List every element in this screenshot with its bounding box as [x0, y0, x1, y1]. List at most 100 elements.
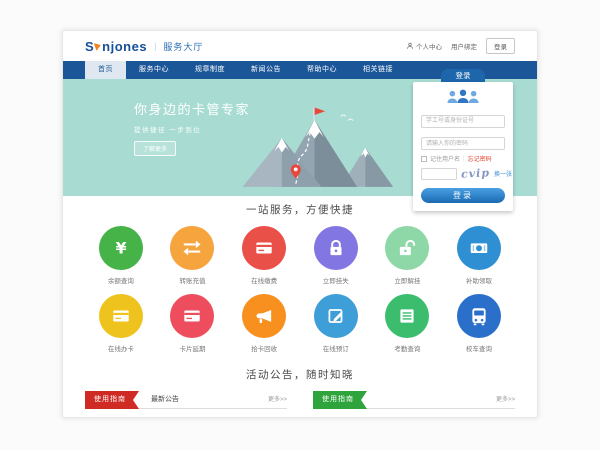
remember-checkbox[interactable] — [421, 156, 427, 162]
unlock-icon — [396, 237, 418, 259]
service-circle[interactable] — [314, 294, 358, 338]
service-circle[interactable] — [170, 294, 214, 338]
service-item-1[interactable]: 转账充值 — [157, 226, 229, 285]
service-label: 补助领取 — [443, 275, 515, 285]
login-tab[interactable]: 登录 — [441, 69, 485, 82]
service-item-10[interactable]: 考勤查询 — [372, 294, 444, 353]
site-name: 服务大厅 — [163, 40, 203, 53]
personal-center-label: 个人中心 — [416, 41, 442, 51]
list-icon — [396, 305, 418, 327]
service-item-2[interactable]: 在线缴费 — [228, 226, 300, 285]
service-label: 在线办卡 — [85, 343, 157, 353]
banknote-icon — [468, 237, 490, 259]
captcha-input[interactable] — [421, 168, 457, 180]
latest-announcements-tab[interactable]: 最新公告 — [151, 391, 179, 408]
forgot-password-link[interactable]: 忘记密码 — [468, 154, 492, 163]
username-input[interactable] — [421, 115, 505, 128]
service-circle[interactable] — [170, 226, 214, 270]
service-circle[interactable]: ¥ — [99, 226, 143, 270]
transfer-icon — [181, 237, 203, 259]
nav-item-5[interactable]: 相关链接 — [350, 61, 406, 79]
announcements-right-column: 使用指南 更多>> — [313, 391, 515, 409]
service-item-7[interactable]: 卡片延期 — [157, 294, 229, 353]
nav-item-3[interactable]: 新闻公告 — [238, 61, 294, 79]
service-label: 校车查询 — [443, 343, 515, 353]
card-icon — [110, 305, 132, 327]
nav-item-1[interactable]: 服务中心 — [126, 61, 182, 79]
site-header: S njones | 服务大厅 个人中心 用户绑定 登录 — [63, 31, 537, 61]
nav-item-2[interactable]: 规章制度 — [182, 61, 238, 79]
lock-icon — [325, 237, 347, 259]
service-circle[interactable] — [242, 294, 286, 338]
card-icon — [181, 305, 203, 327]
service-label: 转账充值 — [157, 275, 229, 285]
announcements-left-column: 使用指南 最新公告 更多>> — [85, 391, 287, 409]
yen-icon: ¥ — [110, 237, 132, 259]
bus-icon — [468, 305, 490, 327]
services-section: 一站服务，方便快捷 ¥余额查询转账充值在线缴费立即挂失立即解挂补助领取在线办卡卡… — [63, 196, 537, 361]
hero-text-block: 你身边的卡管专家 提供捷径 一步到位 了解更多 — [134, 99, 250, 156]
service-label: 在线缴费 — [228, 275, 300, 285]
service-item-0[interactable]: ¥ 余额查询 — [85, 226, 157, 285]
service-label: 在线预订 — [300, 343, 372, 353]
logo-divider: | — [154, 41, 156, 51]
card-icon — [253, 237, 275, 259]
user-bind-link[interactable]: 用户绑定 — [451, 41, 477, 51]
logo-arrow-icon — [94, 41, 102, 51]
separator: | — [463, 156, 465, 162]
announcements-row: 使用指南 最新公告 更多>> 使用指南 更多>> — [85, 391, 515, 409]
service-circle[interactable] — [385, 294, 429, 338]
hero-more-button[interactable]: 了解更多 — [134, 141, 176, 156]
personal-center-link[interactable]: 个人中心 — [406, 41, 442, 51]
password-input[interactable] — [421, 137, 505, 150]
announcements-section: 活动公告，随时知晓 使用指南 最新公告 更多>> 使用指南 更多>> — [63, 361, 537, 409]
login-form: 记住用户名 | 忘记密码 cvip 换一张 登录 — [413, 82, 513, 211]
service-circle[interactable] — [314, 226, 358, 270]
service-item-3[interactable]: 立即挂失 — [300, 226, 372, 285]
logo-text: S — [85, 39, 94, 54]
captcha-image[interactable]: cvip — [461, 166, 491, 180]
svg-text:¥: ¥ — [115, 239, 126, 258]
login-submit-button[interactable]: 登录 — [421, 188, 505, 203]
nav-item-4[interactable]: 帮助中心 — [294, 61, 350, 79]
edit-icon — [325, 305, 347, 327]
service-label: 拾卡回收 — [228, 343, 300, 353]
nav-item-0[interactable]: 首页 — [85, 61, 126, 79]
service-label: 卡片延期 — [157, 343, 229, 353]
service-circle[interactable] — [385, 226, 429, 270]
service-item-6[interactable]: 在线办卡 — [85, 294, 157, 353]
guide-ribbon-tab[interactable]: 使用指南 — [313, 391, 367, 409]
remember-label: 记住用户名 — [430, 154, 460, 163]
service-circle[interactable] — [457, 294, 501, 338]
service-label: 余额查询 — [85, 275, 157, 285]
service-circle[interactable] — [99, 294, 143, 338]
more-link[interactable]: 更多>> — [496, 391, 515, 408]
header-login-button[interactable]: 登录 — [486, 38, 515, 54]
announcements-title: 活动公告，随时知晓 — [63, 361, 537, 382]
service-circle[interactable] — [242, 226, 286, 270]
remember-row: 记住用户名 | 忘记密码 — [421, 154, 505, 163]
hero-subline: 提供捷径 一步到位 — [134, 124, 250, 134]
users-icon — [445, 88, 481, 105]
guide-ribbon-tab[interactable]: 使用指南 — [85, 391, 139, 409]
hero-headline: 你身边的卡管专家 — [134, 99, 250, 118]
service-hall-page: S njones | 服务大厅 个人中心 用户绑定 登录 首页服务中心规章制度新… — [62, 30, 538, 418]
service-label: 立即挂失 — [300, 275, 372, 285]
header-menu: 个人中心 用户绑定 登录 — [406, 38, 515, 54]
synjones-logo[interactable]: S njones | 服务大厅 — [85, 39, 203, 54]
captcha-row: cvip 换一张 — [421, 167, 505, 180]
login-panel: 登录 记住用户名 | 忘记密码 cvip 换一张 登录 — [413, 69, 513, 211]
services-grid: ¥ 余额查询转账充值在线缴费立即挂失立即解挂补助领取在线办卡卡片延期拾卡回收在线预… — [85, 226, 515, 362]
service-label: 考勤查询 — [372, 343, 444, 353]
service-circle[interactable] — [457, 226, 501, 270]
service-item-5[interactable]: 补助领取 — [443, 226, 515, 285]
service-item-8[interactable]: 拾卡回收 — [228, 294, 300, 353]
megaphone-icon — [253, 305, 275, 327]
service-item-9[interactable]: 在线预订 — [300, 294, 372, 353]
change-captcha-link[interactable]: 换一张 — [494, 169, 512, 178]
service-item-11[interactable]: 校车查询 — [443, 294, 515, 353]
more-link[interactable]: 更多>> — [268, 391, 287, 408]
service-label: 立即解挂 — [372, 275, 444, 285]
service-item-4[interactable]: 立即解挂 — [372, 226, 444, 285]
logo-text: njones — [102, 39, 147, 54]
